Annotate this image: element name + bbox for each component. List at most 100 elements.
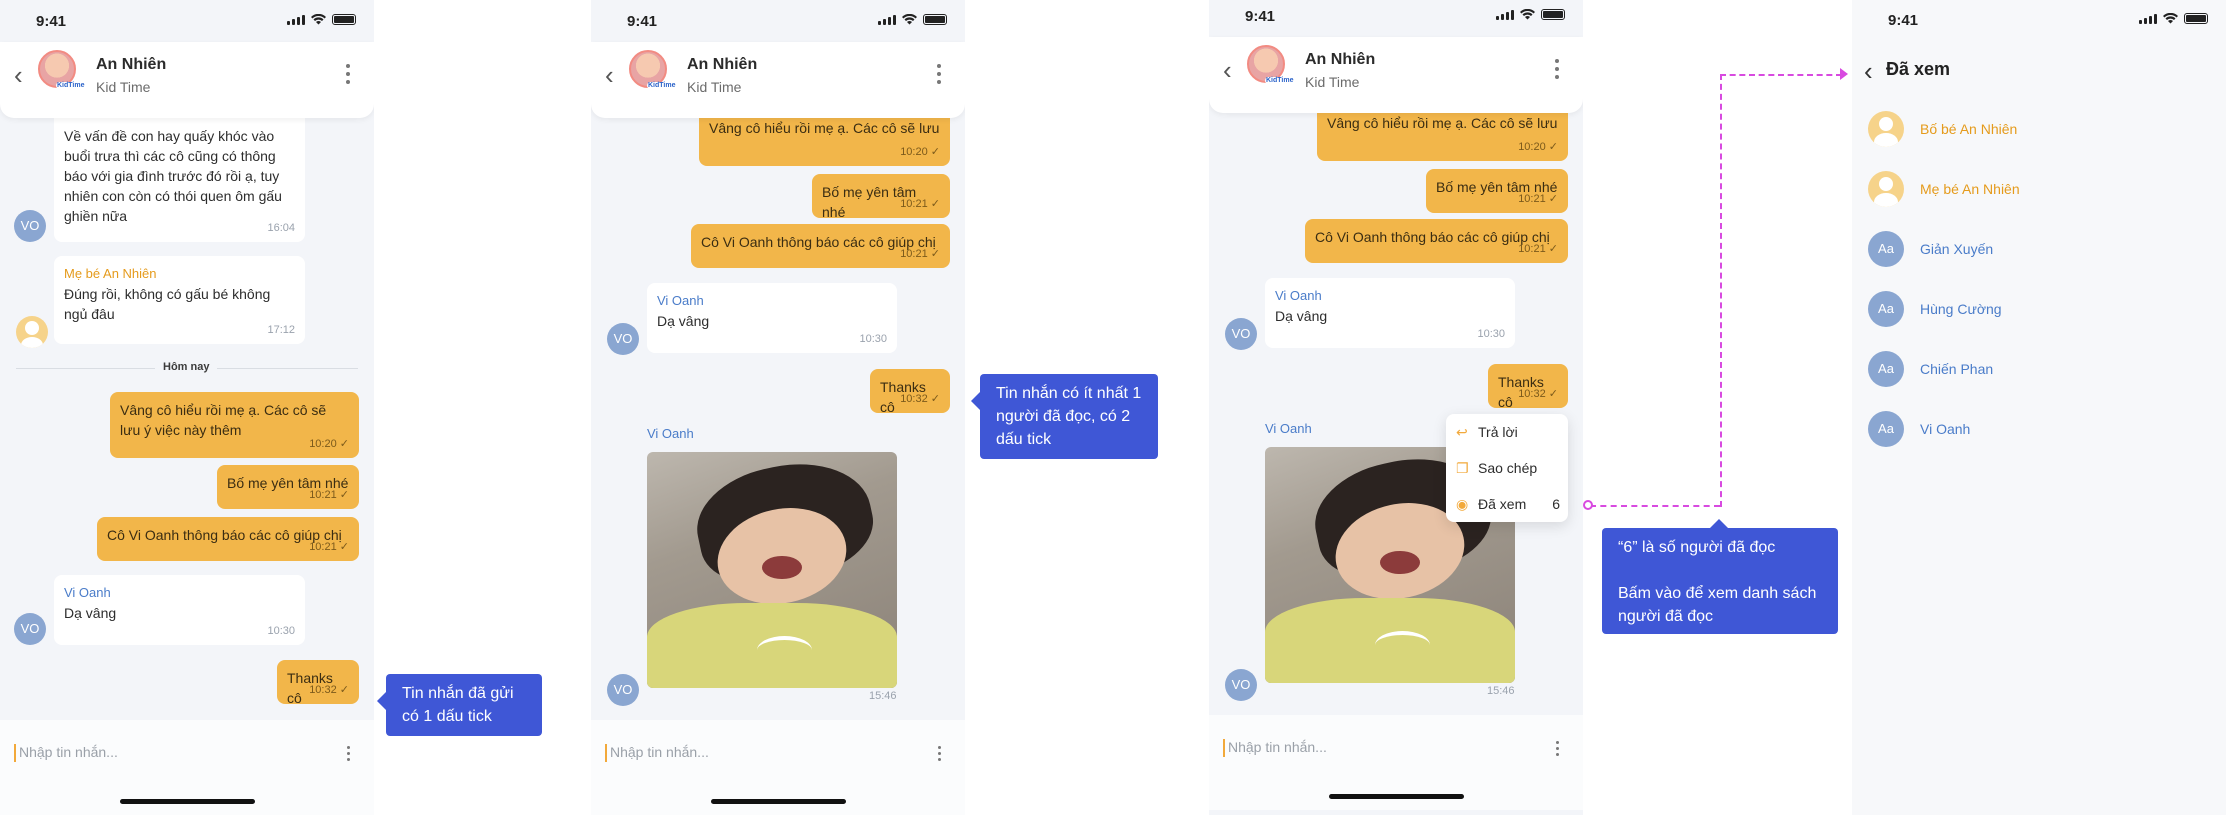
composer-more-icon[interactable] [938,746,941,764]
sender-avatar: VO [1225,669,1257,701]
message-bubble[interactable]: Mẹ bé An Nhiên Đúng rồi, không có gấu bé… [54,256,305,344]
seen-list-item[interactable]: Aa Vi Oanh [1868,409,1970,449]
wifi-icon [311,14,326,25]
sender-name: Vi Oanh [1275,288,1322,303]
contact-subtitle: Kid Time [96,79,151,95]
status-bar: 9:41 [1852,0,2226,41]
seen-list-item[interactable]: Aa Hùng Cường [1868,289,2002,329]
menu-item-seen[interactable]: ◉ Đã xem 6 [1456,496,1560,512]
message-bubble-own[interactable]: Vâng cô hiểu rồi mẹ ạ. Các cô sẽ lưu ý v… [1317,113,1568,161]
annotation-tooltip: “6” là số người đã đọc Bấm vào để xem da… [1602,519,1838,634]
status-bar: 9:41 [591,0,965,42]
connector-line [1720,74,1842,76]
date-divider-label: Hôm nay [155,361,218,373]
phone-screen-4: 9:41 ‹ Đã xem Bố bé An Nhiên Mẹ bé An Nh… [1852,0,2226,815]
message-bubble-own[interactable]: Vâng cô hiểu rồi mẹ ạ. Các cô sẽ lưu ý v… [699,118,950,166]
home-indicator [1329,794,1464,799]
message-input[interactable]: Nhập tin nhắn... [19,744,118,760]
contact-name: An Nhiên [96,56,167,73]
chat-header: ‹ KidTime An Nhiên Kid Time [0,42,374,118]
avatar: Aa [1868,411,1904,447]
avatar: Aa [1868,291,1904,327]
status-time: 9:41 [627,13,658,30]
message-bubble-own[interactable]: Thanks cô 10:32 ✓ [870,369,950,415]
avatar: Aa [1868,351,1904,387]
wifi-icon [1520,9,1535,20]
eye-icon: ◉ [1456,496,1469,512]
status-time: 9:41 [36,13,67,30]
back-chevron-icon[interactable]: ‹ [1864,56,1873,87]
home-indicator [120,799,255,804]
chat-header: ‹ KidTime An Nhiên Kid Time [591,42,965,118]
back-chevron-icon[interactable]: ‹ [1223,57,1243,83]
composer-more-icon[interactable] [1556,741,1559,759]
battery-icon [332,14,356,25]
message-bubble-own[interactable]: Bố mẹ yên tâm nhé 10:21 ✓ [812,174,950,220]
status-time: 9:41 [1245,8,1276,25]
more-vertical-icon[interactable] [346,64,350,84]
contact-name: An Nhiên [687,56,758,73]
more-vertical-icon[interactable] [1555,59,1559,79]
sender-avatar: VO [1225,318,1257,350]
phone-screen-1: 9:41 ‹ KidTime An Nhiên Kid Time Về vấn … [0,0,374,815]
contact-subtitle: Kid Time [1305,74,1360,90]
sender-avatar: VO [607,323,639,355]
reply-icon: ↩ [1456,424,1468,440]
contact-name: An Nhiên [1305,51,1376,68]
sender-name: Vi Oanh [64,585,111,600]
seen-count: 6 [1552,496,1560,512]
message-bubble-own[interactable]: Thanks cô 10:32 ✓ [1488,364,1568,410]
user-avatar-icon [1868,171,1904,207]
wifi-icon [902,14,917,25]
sender-name: Vi Oanh [657,293,704,308]
photo-message[interactable] [647,452,897,688]
message-input[interactable]: Nhập tin nhắn... [1228,739,1327,755]
message-bubble-own[interactable]: Cô Vi Oanh thông báo các cô giúp chị 10:… [691,224,950,268]
sender-avatar: VO [14,210,46,242]
seen-list-item[interactable]: Bố bé An Nhiên [1868,109,2017,149]
message-bubble[interactable]: Vi Oanh Dạ vâng 10:30 [1265,278,1515,348]
message-input[interactable]: Nhập tin nhắn... [610,744,709,760]
context-menu: ↩ Trả lời ❐ Sao chép ◉ Đã xem 6 [1446,414,1568,522]
message-bubble-own[interactable]: Vâng cô hiểu rồi mẹ ạ. Các cô sẽ lưu ý v… [110,392,359,458]
signal-icon [2139,14,2157,24]
connector-dot [1583,500,1593,510]
battery-icon [923,14,947,25]
status-bar: 9:41 [1209,0,1583,37]
message-time: 15:46 [1487,685,1515,697]
status-time: 9:41 [1888,12,1919,29]
message-bubble[interactable]: Vi Oanh Dạ vâng 10:30 [54,575,305,645]
message-list[interactable]: Về vấn đề con hay quấy khóc vào buổi trư… [0,118,374,720]
message-bubble-own[interactable]: Cô Vi Oanh thông báo các cô giúp chị 10:… [97,517,359,561]
phone-screen-3: 9:41 ‹ KidTime An Nhiên Kid Time Vâng cô… [1209,0,1583,815]
seen-list-item[interactable]: Aa Giản Xuyến [1868,229,1993,269]
sender-avatar: VO [14,613,46,645]
seen-list-item[interactable]: Aa Chiến Phan [1868,349,1993,389]
seen-list-item[interactable]: Mẹ bé An Nhiên [1868,169,2020,209]
contact-subtitle: Kid Time [687,79,742,95]
back-chevron-icon[interactable]: ‹ [605,62,625,88]
message-bubble-own[interactable]: Bố mẹ yên tâm nhé 10:21 ✓ [1426,169,1568,213]
message-composer: Nhập tin nhắn... [0,720,374,815]
message-bubble[interactable]: Về vấn đề con hay quấy khóc vào buổi trư… [54,118,305,242]
message-bubble-own[interactable]: Bố mẹ yên tâm nhé 10:21 ✓ [217,465,359,509]
message-list[interactable]: Vâng cô hiểu rồi mẹ ạ. Các cô sẽ lưu ý v… [591,118,965,720]
kidtime-badge: KidTime [1265,77,1295,84]
menu-item-reply[interactable]: ↩ Trả lời [1456,424,1560,440]
more-vertical-icon[interactable] [937,64,941,84]
composer-more-icon[interactable] [347,746,350,764]
sender-avatar: VO [607,674,639,706]
kidtime-badge: KidTime [647,82,677,89]
connector-arrow-icon [1840,68,1848,80]
phone-screen-2: 9:41 ‹ KidTime An Nhiên Kid Time Vâng cô… [591,0,965,815]
user-avatar-icon [16,316,48,348]
message-bubble-own[interactable]: Cô Vi Oanh thông báo các cô giúp chị 10:… [1305,219,1568,263]
message-bubble-own[interactable]: Thanks cô 10:32 ✓ [277,660,359,706]
home-indicator [711,799,846,804]
message-bubble[interactable]: Vi Oanh Dạ vâng 10:30 [647,283,897,353]
message-composer: Nhập tin nhắn... [1209,715,1583,810]
menu-item-copy[interactable]: ❐ Sao chép [1456,460,1560,476]
message-time: 15:46 [869,690,897,702]
back-chevron-icon[interactable]: ‹ [14,62,34,88]
annotation-tooltip: Tin nhắn đã gửi có 1 dấu tick [377,674,542,736]
